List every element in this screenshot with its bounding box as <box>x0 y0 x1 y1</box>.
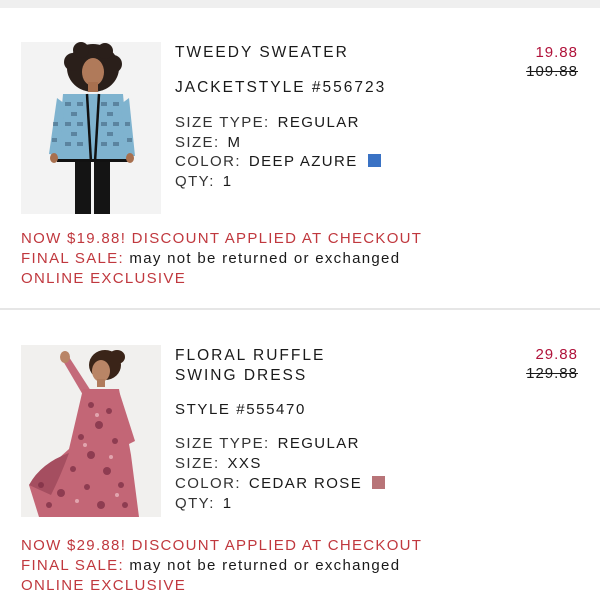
sale-price: 29.88 <box>535 346 578 363</box>
size-type-label: SIZE TYPE: <box>175 435 270 452</box>
online-exclusive-badge: ONLINE EXCLUSIVE <box>21 577 187 594</box>
discount-note: NOW $19.88! DISCOUNT APPLIED AT CHECKOUT <box>21 230 423 247</box>
qty-row: QTY: 1 <box>175 494 233 514</box>
size-type-value: REGULAR <box>277 435 360 452</box>
color-row: COLOR: CEDAR ROSE <box>175 474 386 494</box>
final-sale-note: FINAL SALE: may not be returned or excha… <box>21 556 581 576</box>
price-block: 29.88 129.88 <box>526 345 578 383</box>
size-value: M <box>227 134 242 151</box>
cart-item-floral-ruffle-swing-dress: FLORAL RUFFLE SWING DRESS STYLE #555470 … <box>0 310 600 600</box>
product-title-line2[interactable]: SWING DRESS <box>175 366 465 386</box>
sale-price: 19.88 <box>535 44 578 61</box>
color-swatch <box>372 476 386 489</box>
final-sale-label: FINAL SALE: <box>21 557 124 574</box>
size-label: SIZE: <box>175 134 220 151</box>
product-image-jacket[interactable] <box>21 42 161 214</box>
original-price: 129.88 <box>526 365 578 382</box>
size-row: SIZE: XXS <box>175 454 262 474</box>
size-type-value: REGULAR <box>277 114 360 131</box>
qty-label: QTY: <box>175 173 215 190</box>
final-sale-text: may not be returned or exchanged <box>129 557 401 574</box>
product-title-line2: JACKETSTYLE #556723 <box>175 78 465 98</box>
size-type-label: SIZE TYPE: <box>175 114 270 131</box>
online-exclusive-badge: ONLINE EXCLUSIVE <box>21 270 187 287</box>
style-number: STYLE #556723 <box>246 79 387 96</box>
discount-note: NOW $29.88! DISCOUNT APPLIED AT CHECKOUT <box>21 537 423 554</box>
size-type-row: SIZE TYPE: REGULAR <box>175 434 360 454</box>
qty-row: QTY: 1 <box>175 172 233 192</box>
jacket-model-image <box>21 42 161 214</box>
size-type-row: SIZE TYPE: REGULAR <box>175 113 360 133</box>
final-sale-label: FINAL SALE: <box>21 250 124 267</box>
dress-model-image <box>21 345 161 517</box>
original-price: 109.88 <box>526 63 578 80</box>
style-number: STYLE #555470 <box>175 401 306 418</box>
final-sale-text: may not be returned or exchanged <box>129 250 401 267</box>
color-swatch <box>367 154 381 167</box>
cart-item-tweedy-sweater-jacket: TWEEDY SWEATER JACKETSTYLE #556723 SIZE … <box>0 0 600 308</box>
qty-value: 1 <box>222 495 233 512</box>
product-image-dress[interactable] <box>21 345 161 517</box>
final-sale-note: FINAL SALE: may not be returned or excha… <box>21 249 581 269</box>
size-row: SIZE: M <box>175 133 241 153</box>
product-title-line1[interactable]: FLORAL RUFFLE <box>175 346 465 366</box>
promo-notes: NOW $19.88! DISCOUNT APPLIED AT CHECKOUT… <box>21 229 581 289</box>
promo-notes: NOW $29.88! DISCOUNT APPLIED AT CHECKOUT… <box>21 536 581 596</box>
product-title-line1[interactable]: TWEEDY SWEATER <box>175 43 465 63</box>
color-label: COLOR: <box>175 475 241 492</box>
size-label: SIZE: <box>175 455 220 472</box>
color-row: COLOR: DEEP AZURE <box>175 152 381 172</box>
color-value: DEEP AZURE <box>248 153 358 170</box>
size-value: XXS <box>227 455 262 472</box>
color-value: CEDAR ROSE <box>248 475 363 492</box>
qty-label: QTY: <box>175 495 215 512</box>
price-block: 19.88 109.88 <box>526 43 578 81</box>
qty-value: 1 <box>222 173 233 190</box>
color-label: COLOR: <box>175 153 241 170</box>
product-title-line2-text[interactable]: JACKET <box>175 79 246 96</box>
